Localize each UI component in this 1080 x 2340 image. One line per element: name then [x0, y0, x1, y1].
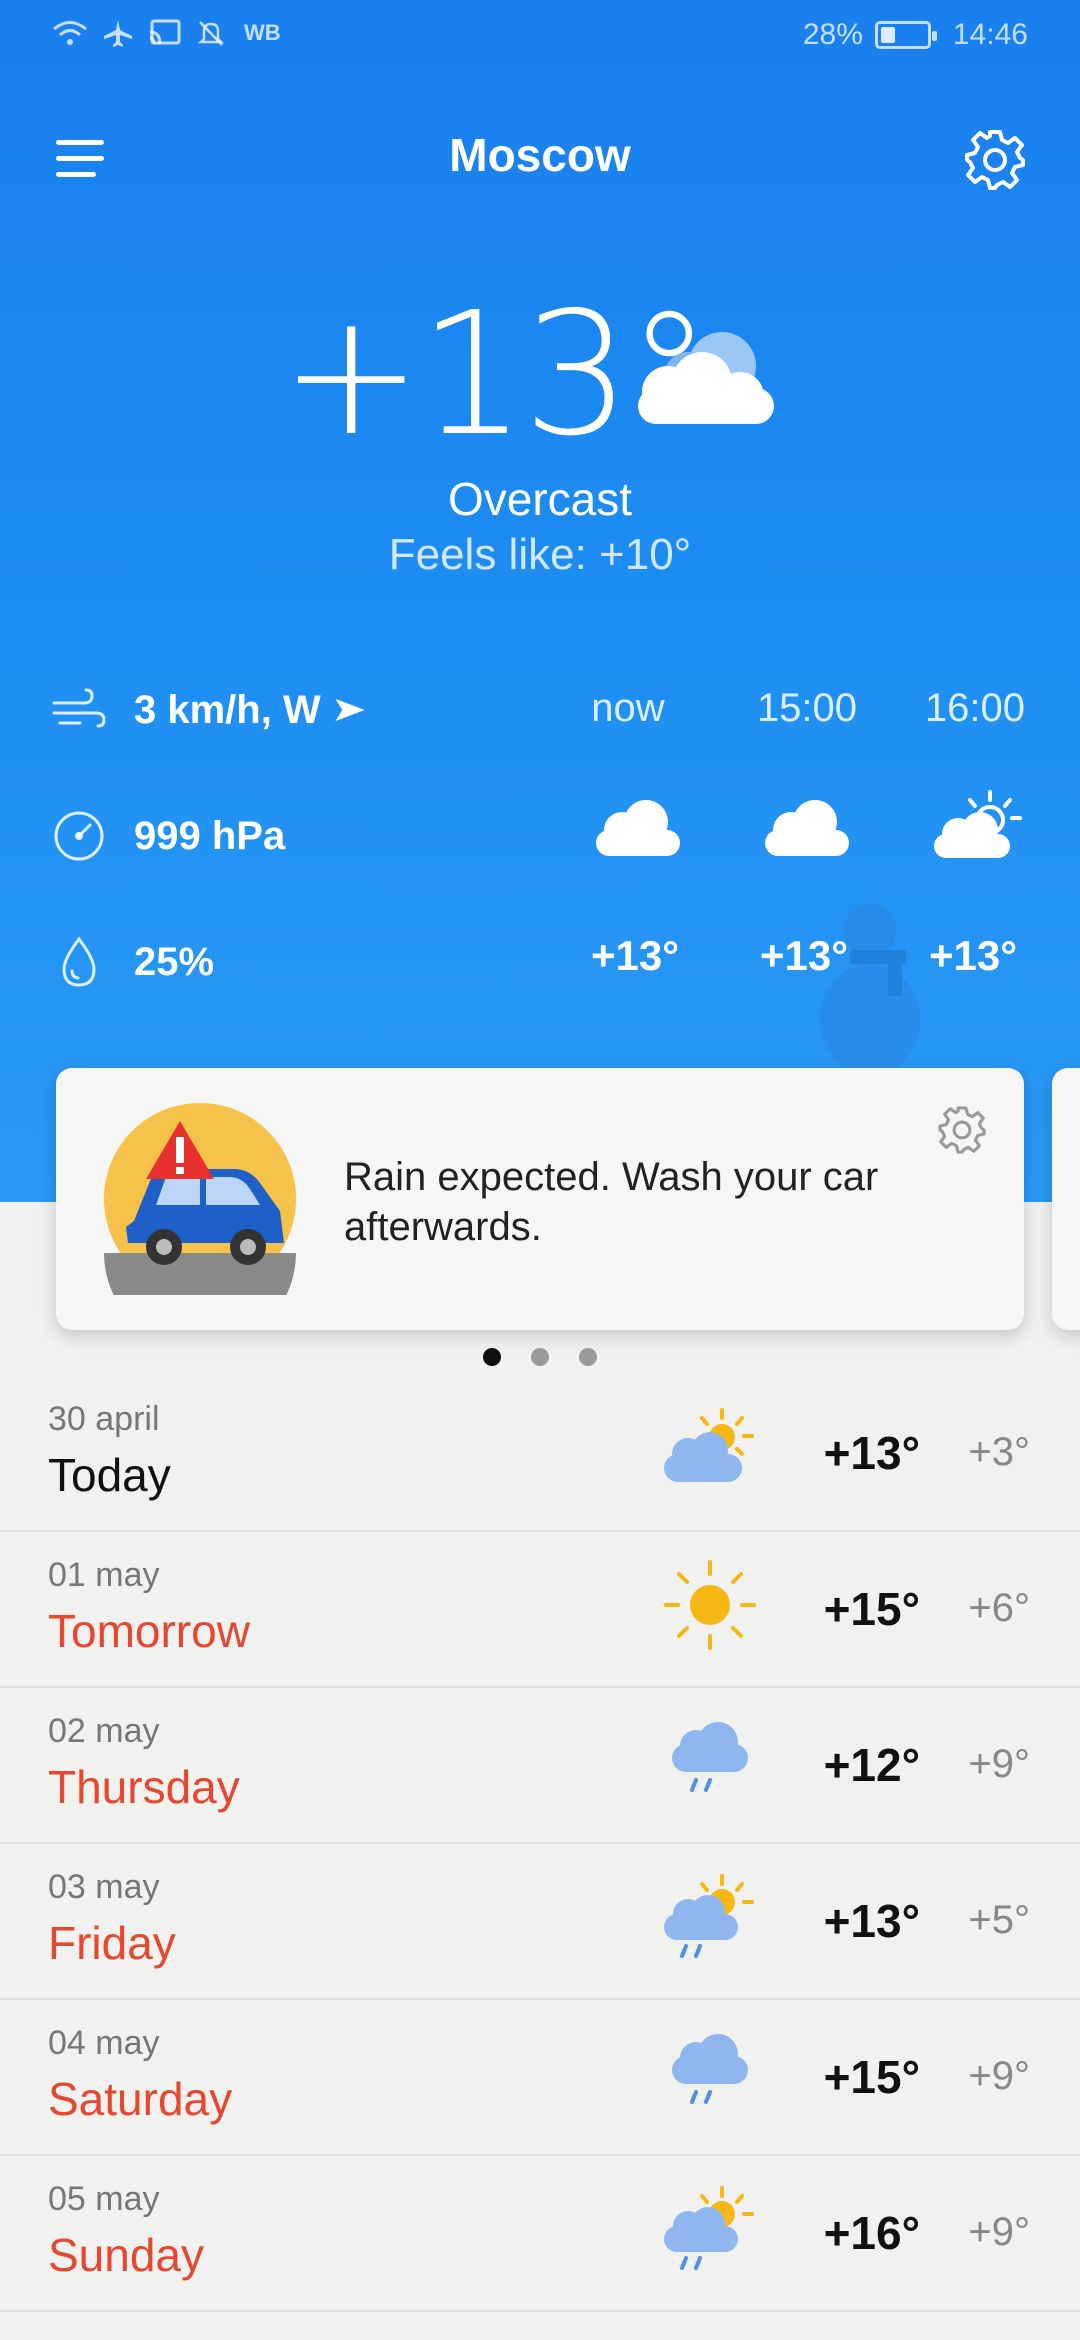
overcast-cloud-icon [638, 332, 774, 424]
hour-temp-now: +13° [590, 932, 680, 979]
status-bar: WB 28% 14:46 [0, 0, 1080, 76]
battery-icon [874, 21, 937, 49]
forecast-date: 30 april [48, 1400, 160, 1438]
sun-rain-icon [664, 2186, 754, 2270]
car-warning-illustration [104, 1103, 296, 1295]
snowman-illustration [820, 904, 920, 1076]
wifi-icon [53, 21, 87, 45]
sun-icon [664, 1560, 756, 1650]
sun-rain-icon [664, 1874, 754, 1958]
forecast-date: 02 may [48, 1712, 160, 1750]
forecast-day: Tomorrow [48, 1605, 250, 1657]
pressure-value: 999 hPa [134, 813, 286, 858]
forecast-date: 04 may [48, 2024, 160, 2062]
page-dot-2[interactable] [531, 1348, 549, 1366]
forecast-max-temp: +13° [823, 1895, 920, 1947]
rain-icon [672, 1722, 748, 1792]
alert-card[interactable]: Rain expected. Wash your car afterwards. [56, 1068, 1024, 1330]
forecast-day: Today [48, 1449, 171, 1501]
forecast-date: 03 may [48, 1868, 160, 1906]
partly-cloudy-icon [664, 1408, 754, 1482]
card-settings-gear-icon[interactable] [936, 1104, 988, 1156]
forecast-max-temp: +16° [823, 2207, 920, 2259]
pressure-detail: 999 hPa [50, 806, 285, 866]
forecast-row[interactable]: 03 may Friday +13° +5° [0, 1844, 1080, 2000]
forecast-min-temp: +9° [968, 2210, 1030, 2254]
carousel-pagination [0, 1348, 1080, 1368]
alert-message: Rain expected. Wash your car afterwards. [344, 1155, 879, 1249]
forecast-max-temp: +12° [823, 1739, 920, 1791]
forecast-date: 05 may [48, 2180, 160, 2218]
airplane-mode-icon [104, 20, 132, 47]
wind-icon [52, 688, 106, 728]
forecast-max-temp: +13° [823, 1427, 920, 1479]
forecast-min-temp: +9° [968, 2054, 1030, 2098]
wind-value: 3 km/h, W [134, 687, 321, 732]
condition-label: Overcast [447, 473, 633, 525]
humidity-value: 25% [134, 939, 215, 984]
forecast-row[interactable]: 04 may Saturday +15° +9° [0, 2000, 1080, 2156]
wind-direction-arrow-icon [335, 698, 365, 722]
rain-icon [672, 2034, 748, 2104]
page-dot-3[interactable] [579, 1348, 597, 1366]
forecast-max-temp: +15° [823, 1583, 920, 1635]
cloud-icon [596, 800, 680, 856]
hour-time-16: 16:00 [924, 686, 1026, 730]
hour-time-15: 15:00 [756, 686, 858, 730]
feels-like-label: Feels like: +10° [388, 530, 692, 579]
humidity-drop-icon [62, 936, 96, 987]
forecast-row[interactable]: 30 april Today +13° +3° [0, 1376, 1080, 1532]
next-alert-card[interactable] [1052, 1068, 1080, 1330]
city-title[interactable]: Moscow [0, 128, 1080, 182]
partly-sunny-icon [934, 790, 1022, 858]
forecast-day: Friday [48, 1917, 176, 1969]
settings-gear-icon[interactable] [962, 127, 1028, 193]
forecast-day: Saturday [48, 2073, 233, 2125]
wind-detail: 3 km/h, W [50, 680, 367, 740]
current-weather-panel: WB 28% 14:46 Moscow +13° Overcast Feels … [0, 0, 1080, 1202]
forecast-min-temp: +6° [968, 1586, 1030, 1630]
bell-muted-icon [197, 21, 225, 46]
forecast-min-temp: +3° [968, 1430, 1030, 1474]
forecast-day: Sunday [48, 2229, 205, 2281]
cast-icon [149, 19, 181, 45]
cloud-icon [765, 800, 849, 856]
forecast-min-temp: +5° [968, 1898, 1030, 1942]
forecast-day: Thursday [48, 1761, 240, 1813]
pressure-gauge-icon [54, 811, 104, 861]
forecast-row[interactable]: 01 may Tomorrow +15° +6° [0, 1532, 1080, 1688]
page-dot-1[interactable] [483, 1348, 501, 1366]
forecast-min-temp: +9° [968, 1742, 1030, 1786]
forecast-max-temp: +15° [823, 2051, 920, 2103]
network-label: WB [244, 20, 281, 45]
hour-time-now: now [591, 686, 665, 730]
forecast-row[interactable]: 05 may Sunday +16° +9° [0, 2156, 1080, 2312]
forecast-date: 01 may [48, 1556, 160, 1594]
battery-percent: 28% [802, 18, 863, 51]
humidity-detail: 25% [50, 932, 214, 992]
clock: 14:46 [952, 18, 1028, 51]
forecast-row[interactable]: 02 may Thursday +12° +9° [0, 1688, 1080, 1844]
